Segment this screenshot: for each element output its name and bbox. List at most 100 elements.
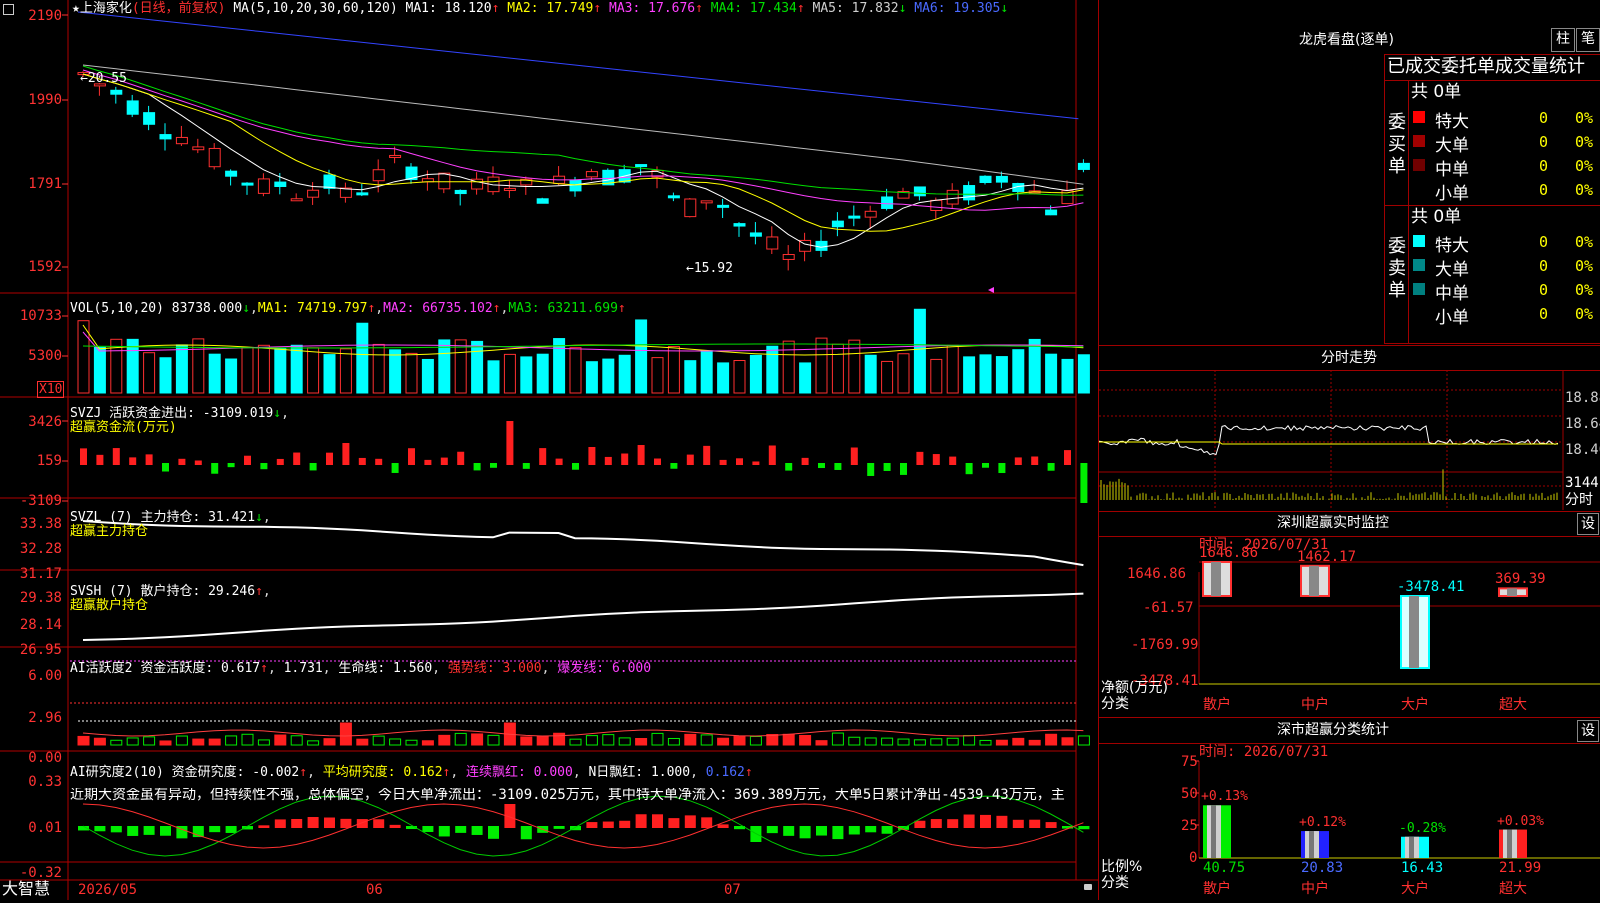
right-panel: 龙虎看盘(逐单) 柱 笔 已成交委托单成交量统计 委买单 委卖单 共 0单 共 … [1098, 0, 1600, 900]
svsh-title: SVSH (7) [70, 584, 133, 599]
ai2-bar [340, 818, 352, 828]
ai2-bar [291, 818, 303, 828]
svzj-bar [457, 451, 465, 465]
buy-swatch-icon [1413, 111, 1425, 123]
svzj-bar [621, 453, 629, 465]
ai2-axis-1: 0.33 [28, 774, 62, 790]
vol-bar [307, 347, 320, 394]
ai1-bar [77, 735, 90, 746]
sz-settings-button[interactable]: 设 [1577, 513, 1599, 535]
sz-value-label: 1462.17 [1297, 548, 1357, 565]
vol-bar [487, 360, 500, 394]
ai1-bar [143, 736, 156, 746]
vol-bar [799, 362, 812, 394]
vol-bar [225, 358, 238, 394]
vol-bar [881, 360, 894, 394]
candle-body [766, 236, 779, 250]
vol-bar [1061, 358, 1074, 394]
lhb-bar-button[interactable]: 柱 [1551, 28, 1575, 52]
buy-pct: 0% [1575, 181, 1594, 199]
sz-bar-shade [1211, 562, 1221, 596]
ai2-last: 0.162 [705, 765, 745, 780]
main-axis-4: 1592 [28, 259, 62, 275]
ai1-bar [405, 739, 418, 746]
ai2-bar [717, 824, 729, 828]
sz-bar-shade [1507, 588, 1517, 596]
ai2-nday: N日飘红: 1.000 [588, 765, 691, 780]
svsh-axis-2: 28.14 [19, 617, 62, 633]
buy-size-label: 小单 [1435, 184, 1469, 204]
svzj-bar [244, 455, 251, 465]
main-title-row: ★上海家化(日线，前复权) MA(5,10,20,30,60,120) MA1:… [72, 1, 1008, 16]
candle-body [356, 192, 369, 196]
lock-icon[interactable] [1084, 884, 1092, 890]
lhb-tick-button[interactable]: 笔 [1576, 28, 1600, 52]
star-icon: ★ [72, 1, 80, 16]
fl-settings-button[interactable]: 设 [1577, 720, 1599, 742]
ai1-bar [602, 734, 615, 746]
svzj-label: 活跃资金进出: -3109.019 [109, 406, 274, 421]
main-chart-panel[interactable]: ★上海家化(日线，前复权) MA(5,10,20,30,60,120) MA1:… [0, 0, 1098, 900]
svzj-bar [375, 458, 383, 465]
vol-bar [438, 339, 451, 394]
ai2-bar [110, 826, 122, 833]
ai2-bar [799, 826, 811, 839]
ai2-bar [947, 819, 959, 828]
sz-axis-1: 1646.86 [1127, 566, 1187, 582]
ai2-bar [684, 815, 696, 828]
candle-body [225, 170, 238, 177]
ai1-title: AI活跃度2 [70, 661, 133, 676]
svzj-bar [752, 461, 760, 465]
sell-size-label: 小单 [1435, 308, 1469, 328]
svzj-bar [637, 445, 645, 465]
fl-axis-1: 75 [1181, 754, 1198, 770]
candle-body [257, 178, 270, 194]
fl-ylabel: 比例% [1101, 859, 1143, 875]
svzj-axis-2: 159 [36, 453, 62, 469]
vol-bar [175, 344, 188, 394]
fl-category-label: 中户 [1301, 881, 1329, 897]
ai2-bar [422, 826, 434, 832]
buy-pct: 0% [1575, 109, 1594, 127]
ai1-bar [864, 737, 877, 746]
brand-label: 大智慧 [2, 879, 51, 898]
ma6-line [77, 11, 1079, 120]
main-axis-1: 2190 [28, 8, 62, 24]
fl-bar-core [1507, 829, 1512, 858]
svzj-axis-1: 3426 [28, 414, 62, 430]
sell-count: 0 [1539, 257, 1549, 275]
ai1-bar [979, 739, 992, 746]
svzj-bar [604, 456, 612, 465]
svzj-bar [686, 454, 694, 465]
ai2-bar [127, 826, 139, 836]
vol-bar [159, 357, 172, 394]
ai1-bar [635, 738, 648, 746]
svzj-bar [801, 457, 809, 465]
svzl-title: SVZL (7) [70, 510, 133, 525]
vol-bar [635, 319, 648, 394]
ai2-bar [635, 814, 647, 828]
vol-axis-2: 5300 [28, 348, 62, 364]
svzj-bar [555, 458, 563, 465]
vol-bar [963, 356, 976, 394]
svzj-bars [80, 421, 1088, 503]
vol-bar [897, 353, 910, 394]
ai2-bar [832, 826, 844, 840]
fl-change-label: +0.12% [1299, 815, 1346, 831]
buy-row-2: 中单 0 0% [1411, 154, 1600, 180]
ai2-bar [816, 826, 827, 836]
fs-axis-2: 18.64 [1565, 416, 1600, 432]
svzj-title: SVZJ [70, 406, 102, 421]
candle-body [881, 196, 894, 209]
candle-body [389, 154, 402, 158]
fl-change-label: +0.03% [1497, 813, 1544, 829]
ai2-avg: 平均研究度: 0.162 [322, 765, 443, 780]
vol-ma1: MA1: 74719.797 [257, 301, 368, 316]
svsh-sub: 超赢散户持仓 [70, 598, 149, 613]
ai1-bar [274, 734, 287, 746]
ai2-bar [1012, 819, 1024, 828]
svzj-bar [293, 452, 301, 465]
date-jul: 07 [724, 882, 741, 898]
candle-body [749, 232, 762, 237]
ai1-arrow: ↑ [260, 661, 268, 676]
